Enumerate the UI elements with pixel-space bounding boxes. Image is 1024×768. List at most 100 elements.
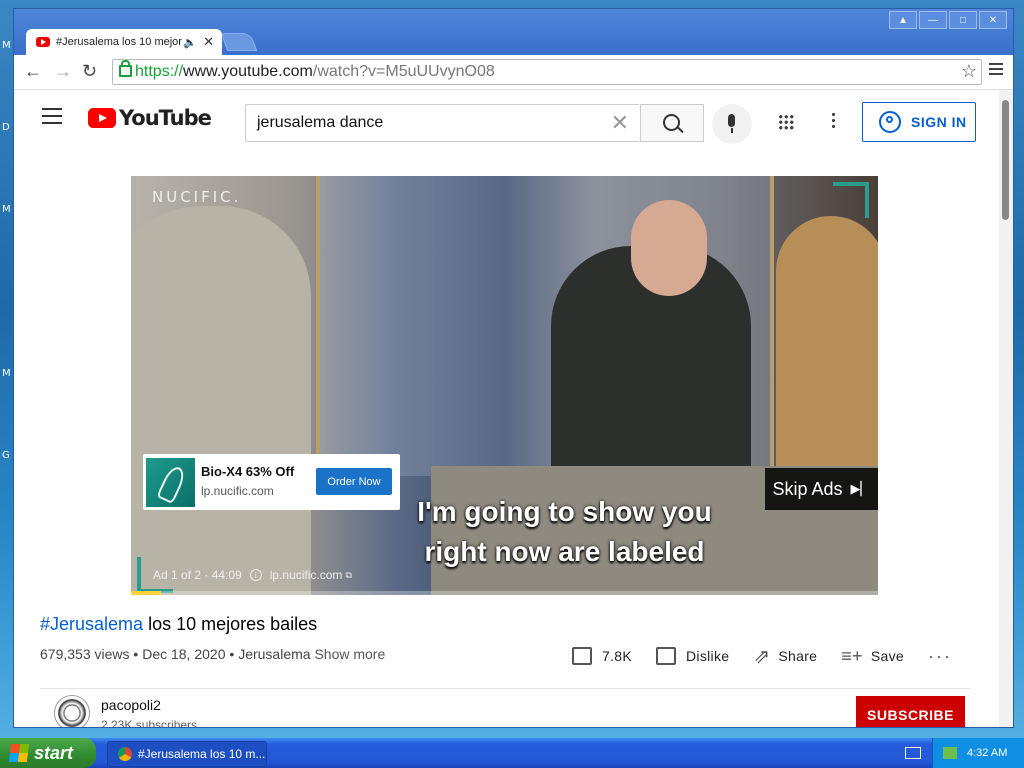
video-title: #Jerusalema los 10 mejores bailes	[40, 614, 318, 634]
video-actions: 7.8K Dislike ⇗ Share ≡+ Save ···	[572, 642, 976, 670]
search-query: jerusalema dance	[257, 114, 384, 131]
minimize-button[interactable]: —	[919, 11, 947, 29]
ad-overlay-card[interactable]: Bio-X4 63% Off lp.nucific.com Order Now	[143, 454, 400, 510]
dislike-button[interactable]: Dislike	[656, 647, 729, 665]
taskbar: start #Jerusalema los 10 m... 4:32 AM	[0, 738, 1024, 768]
ad-domain-link[interactable]: lp.nucific.com	[270, 568, 343, 582]
search-icon	[663, 114, 680, 131]
account-icon	[879, 111, 901, 133]
channel-name[interactable]: pacopoli2	[101, 697, 161, 713]
subscriber-count: 2.23K subscribers	[101, 718, 198, 727]
ad-title: Bio-X4 63% Off	[201, 464, 295, 479]
skip-ads-button[interactable]: Skip Ads ▶▏	[765, 468, 878, 510]
search-input[interactable]: jerusalema dance ✕	[245, 104, 639, 142]
ad-counter: Ad 1 of 2 · 44:09	[153, 568, 242, 582]
browser-titlebar: #Jerusalema los 10 mejor 🔈 ✕ ▲ — □ ✕	[14, 9, 1013, 55]
youtube-favicon-icon	[36, 37, 50, 47]
channel-row: pacopoli2 2.23K subscribers SUBSCRIBE	[40, 688, 970, 727]
browser-window: #Jerusalema los 10 mejor 🔈 ✕ ▲ — □ ✕ ← →…	[13, 8, 1014, 728]
desktop-icon-label: M	[2, 368, 11, 379]
dislike-label: Dislike	[686, 648, 730, 664]
youtube-page: YouTube jerusalema dance ✕ SIGN IN NUCIF…	[14, 90, 999, 727]
video-person-head	[631, 200, 707, 296]
skip-ads-label: Skip Ads	[772, 478, 843, 499]
search-button[interactable]	[640, 104, 704, 142]
page-scrollbar[interactable]	[999, 90, 1013, 727]
speaker-icon[interactable]: 🔈	[183, 36, 197, 49]
ad-progress-fill	[131, 591, 161, 595]
window-controls: ▲ — □ ✕	[889, 11, 1007, 29]
info-icon[interactable]: i	[249, 569, 262, 581]
video-meta: 679,353 views • Dec 18, 2020 • Jerusalem…	[40, 646, 386, 662]
title-hashtag-link[interactable]: #Jerusalema	[40, 614, 143, 634]
apps-grid-icon[interactable]	[778, 114, 794, 130]
taskbar-item-label: #Jerusalema los 10 m...	[138, 747, 266, 761]
more-actions-button[interactable]: ···	[928, 646, 952, 667]
bookmark-star-icon[interactable]: ☆	[961, 61, 977, 82]
start-button[interactable]: start	[0, 738, 96, 768]
youtube-header: YouTube jerusalema dance ✕ SIGN IN	[14, 90, 999, 146]
thumbs-down-icon	[656, 647, 676, 665]
start-label: start	[34, 742, 74, 763]
system-tray: 4:32 AM	[932, 738, 1024, 768]
taskbar-item-chrome[interactable]: #Jerusalema los 10 m...	[107, 741, 267, 767]
desktop-icon-label: M	[2, 40, 11, 51]
like-button[interactable]: 7.8K	[572, 647, 632, 665]
save-playlist-icon: ≡+	[841, 645, 863, 666]
upload-date: Dec 18, 2020	[142, 646, 226, 662]
hamburger-menu-icon[interactable]	[42, 108, 62, 129]
clock: 4:32 AM	[967, 747, 1008, 759]
youtube-logo[interactable]: YouTube	[88, 106, 212, 130]
save-label: Save	[870, 648, 904, 664]
url-text: https://www.youtube.com/watch?v=M5uUUvyn…	[135, 63, 495, 80]
more-icon: ···	[928, 645, 952, 666]
new-tab-button[interactable]	[220, 33, 258, 51]
windows-logo-icon	[8, 744, 30, 762]
view-count: 679,353 views	[40, 646, 130, 662]
scrollbar-thumb[interactable]	[1002, 100, 1009, 220]
desktop-icon-label: M	[2, 204, 11, 215]
back-button[interactable]: ←	[24, 61, 42, 82]
subscribe-button[interactable]: SUBSCRIBE	[856, 696, 965, 727]
thumbs-up-icon	[572, 647, 592, 665]
sign-in-label: SIGN IN	[911, 114, 967, 130]
clear-search-icon[interactable]: ✕	[611, 110, 629, 136]
reload-button[interactable]: ↻	[82, 61, 97, 82]
order-now-button[interactable]: Order Now	[316, 468, 392, 495]
video-player[interactable]: NUCIFIC. I'm going to show you right now…	[131, 176, 878, 595]
share-button[interactable]: ⇗ Share	[753, 644, 817, 669]
maximize-button[interactable]: □	[949, 11, 977, 29]
chrome-icon	[118, 747, 132, 761]
share-label: Share	[778, 648, 818, 664]
keyboard-icon[interactable]	[905, 747, 921, 759]
tab-close-button[interactable]: ✕	[203, 34, 214, 50]
network-icon[interactable]	[943, 747, 957, 759]
lock-icon	[119, 60, 132, 77]
share-icon: ⇗	[753, 645, 771, 668]
like-count: 7.8K	[602, 648, 632, 664]
ad-domain: lp.nucific.com	[201, 484, 274, 498]
video-caption-line: right now are labeled	[424, 536, 705, 567]
show-more-link[interactable]: Show more	[314, 646, 385, 662]
microphone-icon[interactable]	[712, 104, 752, 144]
desktop-icon-label: G	[2, 450, 10, 461]
skip-icon: ▶▏	[850, 481, 871, 496]
forward-button[interactable]: →	[54, 61, 72, 82]
close-window-button[interactable]: ✕	[979, 11, 1007, 29]
ad-brand-logo: NUCIFIC.	[152, 188, 242, 206]
browser-menu-icon[interactable]	[989, 63, 1003, 78]
browser-toolbar: ← → ↻ https://www.youtube.com/watch?v=M5…	[14, 55, 1013, 90]
address-bar[interactable]: https://www.youtube.com/watch?v=M5uUUvyn…	[112, 59, 982, 85]
settings-kebab-icon[interactable]	[832, 113, 836, 131]
save-button[interactable]: ≡+ Save	[841, 646, 904, 667]
channel-avatar[interactable]	[54, 695, 90, 727]
desktop-icon-label: D	[2, 122, 10, 133]
profile-button[interactable]: ▲	[889, 11, 917, 29]
ad-progress-bar[interactable]	[131, 591, 878, 595]
ad-thumbnail	[146, 458, 195, 507]
youtube-play-icon	[88, 108, 116, 128]
ad-info-bar: Ad 1 of 2 · 44:09 i lp.nucific.com ⧉	[153, 568, 352, 582]
browser-tab[interactable]: #Jerusalema los 10 mejor 🔈 ✕	[26, 29, 222, 55]
youtube-wordmark: YouTube	[119, 106, 212, 130]
sign-in-button[interactable]: SIGN IN	[862, 102, 976, 142]
